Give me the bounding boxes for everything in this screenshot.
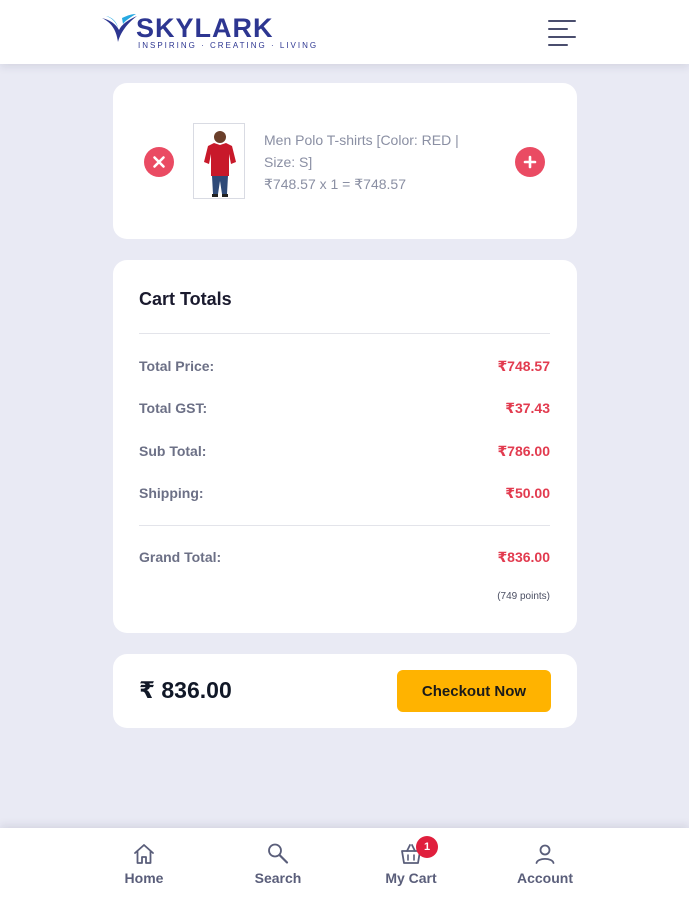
reward-points: (749 points) xyxy=(497,591,550,602)
checkout-bar: ₹ 836.00 Checkout Now xyxy=(113,654,577,728)
plus-icon xyxy=(523,155,537,169)
sub-total-value: ₹786.00 xyxy=(497,443,550,459)
user-icon xyxy=(535,844,555,864)
search-icon xyxy=(268,843,289,864)
product-name[interactable]: Men Polo T-shirts [Color: RED | Size: S] xyxy=(264,129,484,173)
app-header: SKYLARK INSPIRING · CREATING · LIVING xyxy=(0,0,689,64)
grand-total-label: Grand Total: xyxy=(139,549,222,565)
nav-my-cart-label: My Cart xyxy=(385,870,437,886)
hamburger-menu-icon[interactable] xyxy=(546,17,578,47)
skylark-logo[interactable]: SKYLARK INSPIRING · CREATING · LIVING xyxy=(100,12,330,54)
sub-total-label: Sub Total: xyxy=(139,443,207,459)
grand-total-value: ₹836.00 xyxy=(497,549,550,565)
nav-search[interactable]: Search xyxy=(228,828,328,900)
nav-account[interactable]: Account xyxy=(495,828,595,900)
nav-home-label: Home xyxy=(124,870,164,886)
cart-totals-card: Cart Totals Total Price: ₹748.57 Total G… xyxy=(113,260,577,633)
close-icon xyxy=(153,156,165,168)
increase-quantity-button[interactable] xyxy=(515,147,545,177)
cart-item-card: Men Polo T-shirts [Color: RED | Size: S]… xyxy=(113,83,577,239)
cart-count-badge: 1 xyxy=(416,836,438,858)
checkout-now-button[interactable]: Checkout Now xyxy=(397,670,551,712)
cart-totals-title: Cart Totals xyxy=(139,289,232,309)
bird-logo-icon xyxy=(102,14,137,42)
brand-tagline: INSPIRING · CREATING · LIVING xyxy=(138,41,319,50)
nav-account-label: Account xyxy=(517,870,573,886)
brand-name: SKYLARK xyxy=(136,13,274,43)
bottom-navigation: Home Search 1 My Cart Account xyxy=(0,828,689,900)
nav-my-cart[interactable]: 1 My Cart xyxy=(361,828,461,900)
product-price-line: ₹748.57 x 1 = ₹748.57 xyxy=(264,176,406,192)
red-polo-tshirt-image xyxy=(194,124,244,198)
nav-home[interactable]: Home xyxy=(94,828,194,900)
total-gst-label: Total GST: xyxy=(139,400,208,416)
total-price-label: Total Price: xyxy=(139,358,215,374)
divider xyxy=(139,525,550,526)
shipping-value: ₹50.00 xyxy=(505,485,550,501)
home-icon xyxy=(134,844,154,864)
total-price-value: ₹748.57 xyxy=(497,358,550,374)
remove-item-button[interactable] xyxy=(144,147,174,177)
product-thumbnail[interactable] xyxy=(193,123,245,199)
nav-search-label: Search xyxy=(254,870,302,886)
shipping-label: Shipping: xyxy=(139,485,204,501)
checkout-total-amount: ₹ 836.00 xyxy=(139,677,232,703)
total-gst-value: ₹37.43 xyxy=(505,400,550,416)
divider xyxy=(139,333,550,334)
